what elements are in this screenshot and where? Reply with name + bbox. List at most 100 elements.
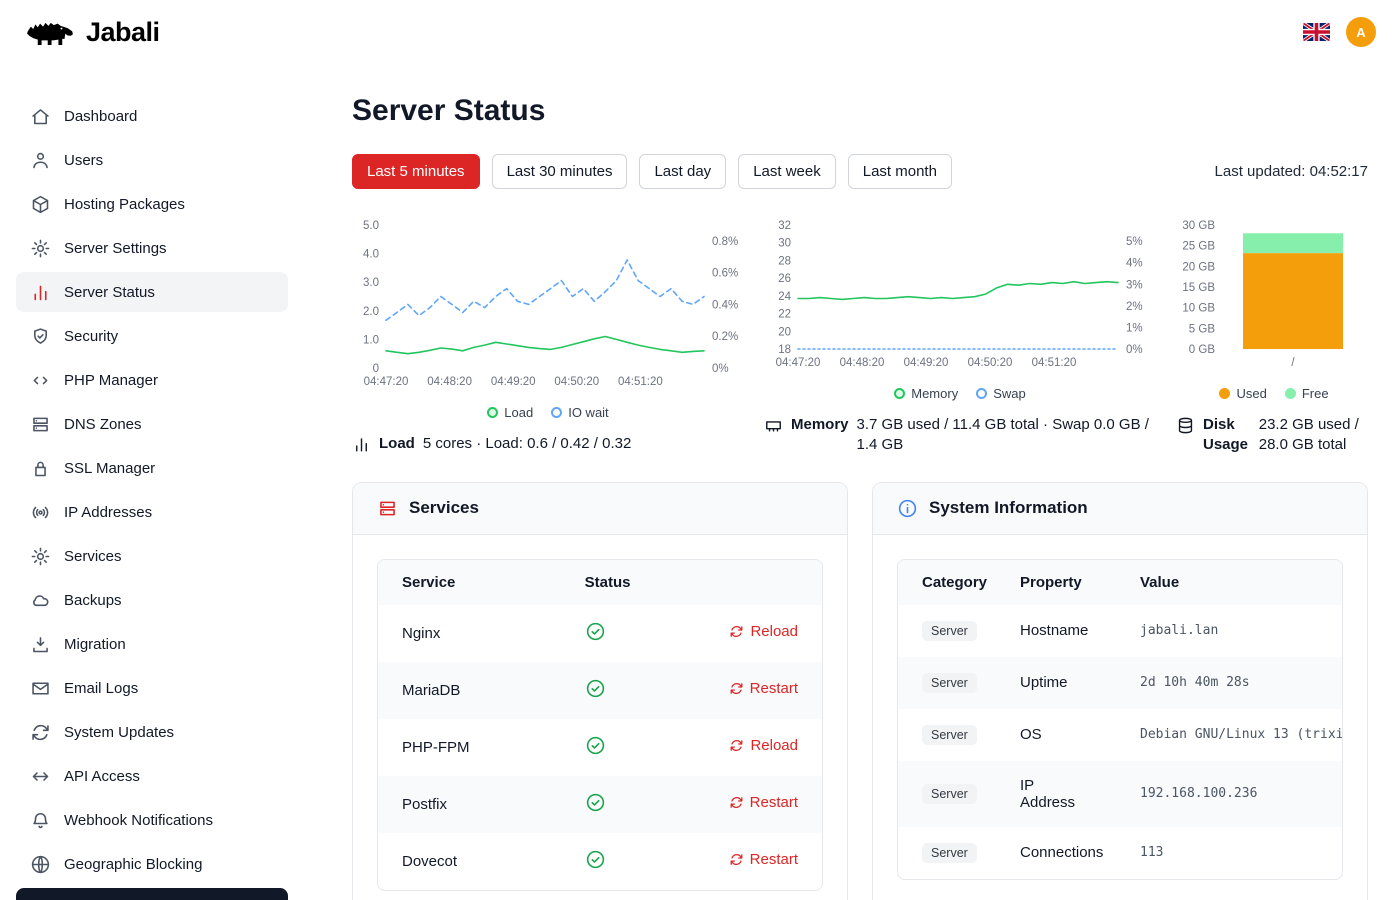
sidebar-nav: Dashboard UsersHosting PackagesServer Set… bbox=[16, 96, 288, 884]
svg-text:04:50:20: 04:50:20 bbox=[554, 376, 599, 388]
svg-text:2.0: 2.0 bbox=[363, 306, 379, 318]
reload-button[interactable]: Reload bbox=[729, 737, 798, 754]
status-ok-icon bbox=[585, 678, 606, 699]
disk-summary-text: 23.2 GB used / 28.0 GB total bbox=[1259, 415, 1372, 456]
svg-text:04:50:20: 04:50:20 bbox=[968, 357, 1013, 369]
time-range-last-30-minutes[interactable]: Last 30 minutes bbox=[492, 154, 628, 189]
legend-item-free[interactable]: Free bbox=[1285, 386, 1329, 401]
sysinfo-value: 113 bbox=[1116, 827, 1342, 879]
sidebar-item-email-logs[interactable]: Email Logs bbox=[16, 668, 288, 708]
service-row: MariaDB Restart bbox=[378, 662, 822, 719]
sidebar-item-server-settings[interactable]: Server Settings bbox=[16, 228, 288, 268]
sidebar-item-label: Security bbox=[64, 328, 118, 345]
sidebar-item-ssl-manager[interactable]: SSL Manager bbox=[16, 448, 288, 488]
sidebar-item-label: Services bbox=[64, 548, 122, 565]
sidebar-item-label: API Access bbox=[64, 768, 140, 785]
sidebar-item-label: SSL Manager bbox=[64, 460, 155, 477]
legend-marker bbox=[487, 407, 498, 418]
svg-text:25 GB: 25 GB bbox=[1182, 241, 1215, 253]
service-name: MariaDB bbox=[378, 662, 561, 719]
legend-label: Load bbox=[504, 405, 533, 420]
action-label: Restart bbox=[750, 851, 798, 868]
sidebar-bottom-item[interactable] bbox=[16, 888, 288, 900]
time-range-last-week[interactable]: Last week bbox=[738, 154, 836, 189]
reload-button[interactable]: Reload bbox=[729, 623, 798, 640]
sysinfo-property: Hostname bbox=[996, 605, 1116, 657]
service-status bbox=[561, 776, 705, 833]
sidebar-item-users[interactable]: Users bbox=[16, 140, 288, 180]
legend-item-io-wait[interactable]: IO wait bbox=[551, 405, 608, 420]
info-icon bbox=[897, 498, 918, 519]
memory-chart: 32302826242220185%4%3%2%1%0%04:47:2004:4… bbox=[764, 215, 1156, 378]
bell-icon bbox=[30, 810, 51, 831]
language-flag-icon[interactable] bbox=[1303, 23, 1330, 41]
sidebar-item-migration[interactable]: Migration bbox=[16, 624, 288, 664]
time-range-last-day[interactable]: Last day bbox=[639, 154, 726, 189]
disk-chart-block: 30 GB25 GB20 GB15 GB10 GB5 GB0 GB/ UsedF… bbox=[1176, 215, 1372, 456]
column-status: Status bbox=[561, 560, 705, 605]
sidebar-item-system-updates[interactable]: System Updates bbox=[16, 712, 288, 752]
memory-chart-block: 32302826242220185%4%3%2%1%0%04:47:2004:4… bbox=[764, 215, 1156, 456]
service-action-cell: Reload bbox=[705, 719, 822, 776]
time-range-last-5-minutes[interactable]: Last 5 minutes bbox=[352, 154, 480, 189]
legend-item-swap[interactable]: Swap bbox=[976, 386, 1026, 401]
svg-text:22: 22 bbox=[778, 309, 791, 321]
service-name: Nginx bbox=[378, 605, 561, 662]
app-header: Jabali A bbox=[0, 0, 1400, 64]
bar-chart-icon bbox=[30, 282, 51, 303]
legend-marker bbox=[976, 388, 987, 399]
sysinfo-property: OS bbox=[996, 709, 1116, 761]
sidebar-item-ip-addresses[interactable]: IP Addresses bbox=[16, 492, 288, 532]
svg-text:0 GB: 0 GB bbox=[1189, 344, 1216, 356]
legend-item-load[interactable]: Load bbox=[487, 405, 533, 420]
restart-button[interactable]: Restart bbox=[729, 851, 798, 868]
svg-text:4.0: 4.0 bbox=[363, 249, 379, 261]
last-updated: Last updated: 04:52:17 bbox=[1215, 163, 1368, 180]
users-icon bbox=[30, 150, 51, 171]
svg-text:04:49:20: 04:49:20 bbox=[904, 357, 949, 369]
svg-text:20 GB: 20 GB bbox=[1182, 261, 1215, 273]
sidebar-item-services[interactable]: Services bbox=[16, 536, 288, 576]
legend-item-memory[interactable]: Memory bbox=[894, 386, 958, 401]
svg-text:0%: 0% bbox=[712, 363, 729, 375]
legend-item-used[interactable]: Used bbox=[1219, 386, 1266, 401]
svg-text:0.6%: 0.6% bbox=[712, 268, 738, 280]
svg-text:30: 30 bbox=[778, 238, 791, 250]
category-badge: Server bbox=[922, 843, 977, 863]
svg-text:4%: 4% bbox=[1126, 258, 1143, 270]
sysinfo-row: ServerHostnamejabali.lan bbox=[898, 605, 1342, 657]
restart-button[interactable]: Restart bbox=[729, 794, 798, 811]
action-label: Restart bbox=[750, 680, 798, 697]
restart-button[interactable]: Restart bbox=[729, 680, 798, 697]
home-icon bbox=[30, 106, 51, 127]
sidebar-item-label: PHP Manager bbox=[64, 372, 158, 389]
sidebar-item-security[interactable]: Security bbox=[16, 316, 288, 356]
time-range-last-month[interactable]: Last month bbox=[848, 154, 952, 189]
svg-text:5.0: 5.0 bbox=[363, 220, 379, 232]
user-avatar[interactable]: A bbox=[1346, 17, 1376, 47]
legend-label: Swap bbox=[993, 386, 1026, 401]
server-stack-icon bbox=[377, 498, 398, 519]
brand-name: Jabali bbox=[86, 17, 160, 48]
disk-chart-legend: Used Free bbox=[1176, 386, 1372, 401]
sidebar-item-backups[interactable]: Backups bbox=[16, 580, 288, 620]
services-card-header: Services bbox=[353, 483, 847, 535]
memory-chart-legend: Memory Swap bbox=[764, 386, 1156, 401]
services-table: Service Status Nginx Reload MariaDB Restart… bbox=[378, 560, 822, 890]
sidebar-item-api-access[interactable]: API Access bbox=[16, 756, 288, 796]
svg-text:04:48:20: 04:48:20 bbox=[427, 376, 472, 388]
sidebar-item-dns-zones[interactable]: DNS Zones bbox=[16, 404, 288, 444]
sidebar-item-php-manager[interactable]: PHP Manager bbox=[16, 360, 288, 400]
column-service: Service bbox=[378, 560, 561, 605]
boar-logo-icon bbox=[24, 14, 76, 50]
sidebar-item-dashboard[interactable]: Dashboard bbox=[16, 96, 288, 136]
category-badge: Server bbox=[922, 621, 977, 641]
sidebar-item-label: Dashboard bbox=[64, 108, 137, 125]
sidebar-item-hosting-packages[interactable]: Hosting Packages bbox=[16, 184, 288, 224]
sidebar-item-webhook-notifications[interactable]: Webhook Notifications bbox=[16, 800, 288, 840]
status-ok-icon bbox=[585, 621, 606, 642]
sidebar-item-server-status[interactable]: Server Status bbox=[16, 272, 288, 312]
cards-row: Services Service Status N bbox=[352, 482, 1368, 900]
disk-summary-label: Disk Usage bbox=[1203, 415, 1251, 456]
sidebar-item-geographic-blocking[interactable]: Geographic Blocking bbox=[16, 844, 288, 884]
